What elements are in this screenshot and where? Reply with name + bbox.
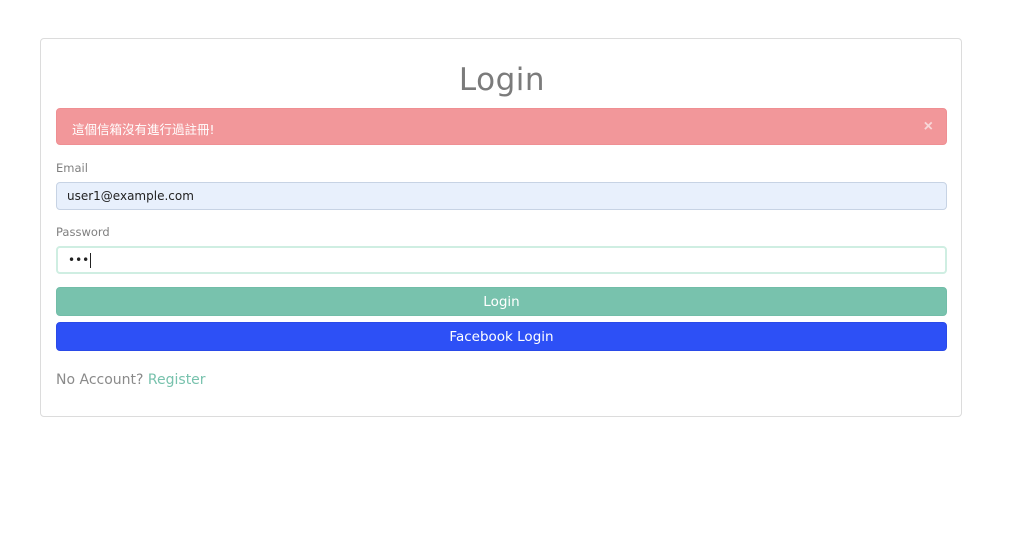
password-label: Password [56,225,110,239]
close-icon[interactable]: × [924,117,933,137]
page-title: Login [458,62,546,98]
password-value: ••• [68,253,90,267]
error-alert: 這個信箱沒有進行過註冊! × [56,108,947,145]
password-field[interactable]: ••• [56,246,947,274]
register-prompt: No Account? Register [56,372,206,388]
email-label: Email [56,161,88,175]
email-field[interactable]: user1@example.com [56,182,947,210]
login-button[interactable]: Login [56,287,947,316]
register-link[interactable]: Register [148,372,206,388]
email-value: user1@example.com [67,189,194,203]
no-account-text: No Account? [56,372,144,388]
alert-message: 這個信箱沒有進行過註冊! [72,122,215,137]
facebook-login-button[interactable]: Facebook Login [56,322,947,351]
text-caret [90,253,92,268]
